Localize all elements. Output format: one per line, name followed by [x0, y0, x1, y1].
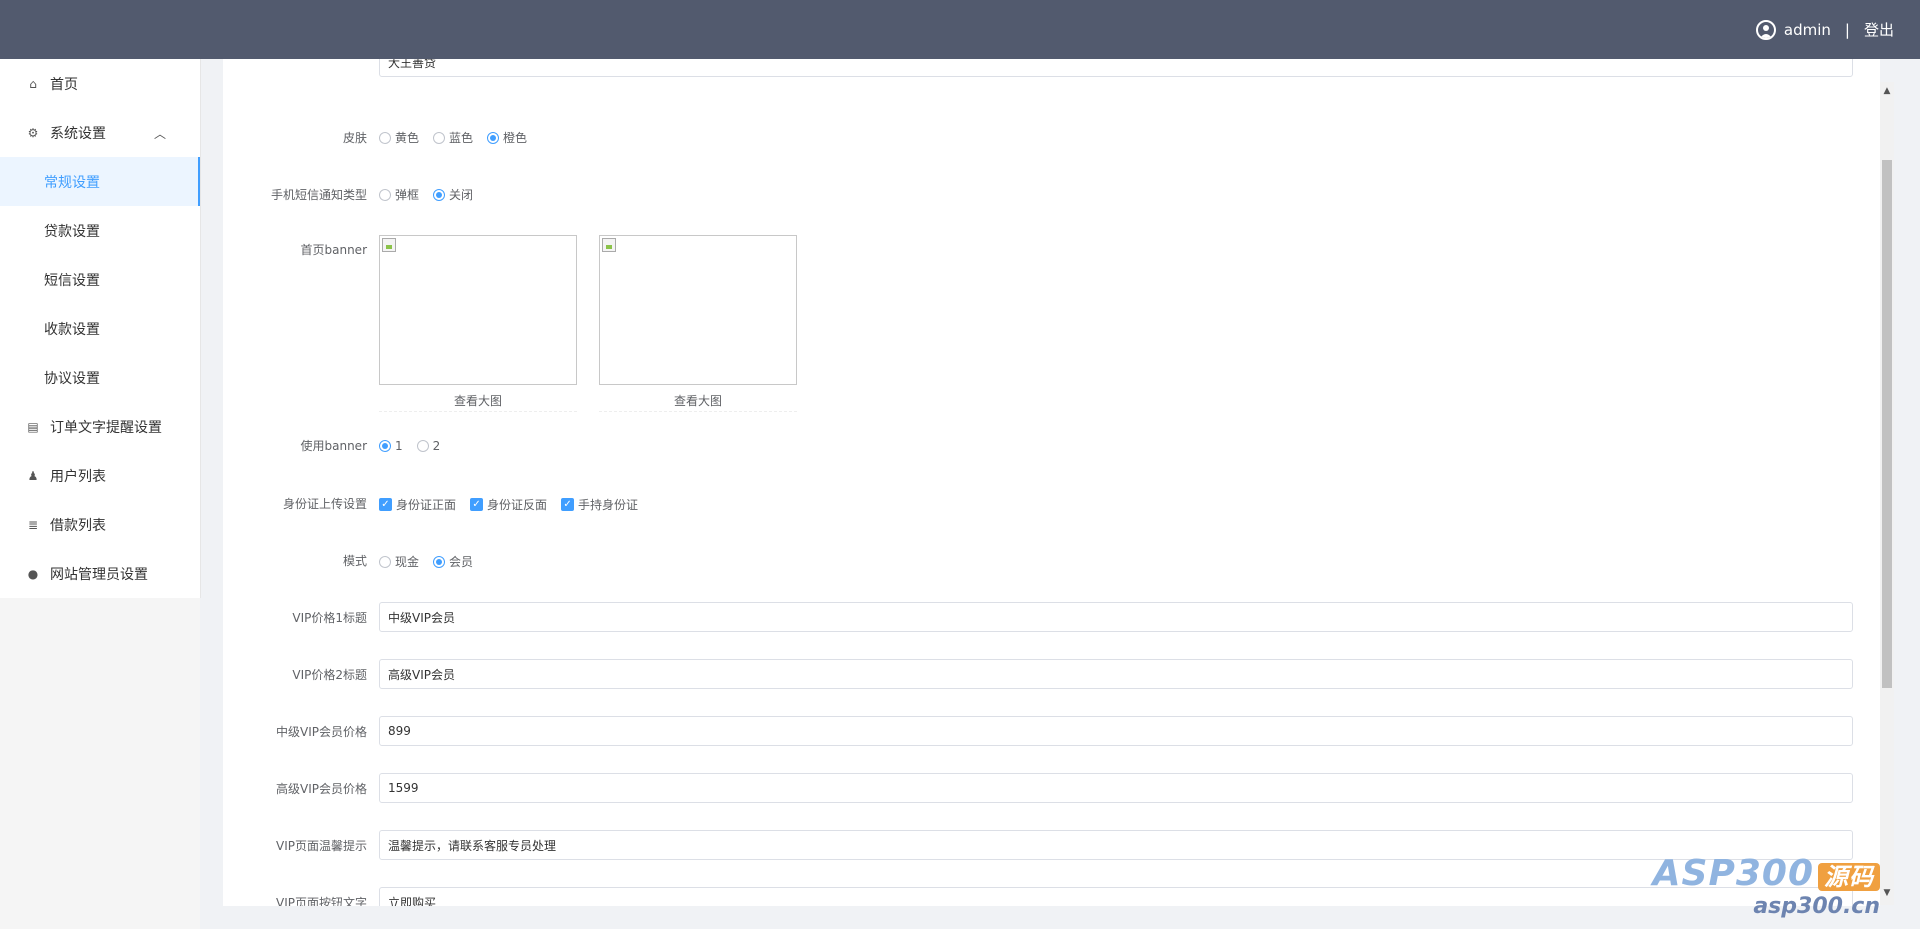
skin-option-yellow[interactable]: 黄色	[379, 129, 419, 146]
check-icon: ✓	[470, 498, 484, 511]
sidebar-item-order-reminder[interactable]: ▤ 订单文字提醒设置	[0, 402, 200, 451]
mid-price-input[interactable]: 899	[379, 716, 1853, 746]
sidebar-item-system-settings[interactable]: ⚙ 系统设置 ︿	[0, 108, 200, 157]
use-banner-radio-group: 1 2	[379, 439, 440, 453]
home-icon: ⌂	[29, 76, 37, 91]
banner-card-1: 查看大图	[379, 235, 577, 412]
sidebar-item-sms-settings[interactable]: 短信设置	[0, 255, 200, 304]
mode-radio-group: 现金 会员	[379, 553, 473, 570]
sms-type-label: 手机短信通知类型	[270, 188, 367, 202]
vip2-title-label: VIP价格2标题	[292, 668, 367, 682]
separator: |	[1844, 20, 1850, 39]
use-banner-option-2[interactable]: 2	[416, 439, 440, 453]
sidebar: ⌂ 首页 ⚙ 系统设置 ︿ 常规设置 贷款设置 短信设置 收款设置 协议设置 ▤…	[0, 59, 201, 598]
view-large-link-1[interactable]: 查看大图	[379, 392, 577, 412]
scrollbar[interactable]: ▲ ▼	[1880, 82, 1894, 905]
high-price-label: 高级VIP会员价格	[276, 782, 367, 796]
check-icon: ✓	[561, 498, 575, 511]
vip1-title-label: VIP价格1标题	[292, 611, 367, 625]
sidebar-item-user-list[interactable]: ♟ 用户列表	[0, 451, 200, 500]
users-icon: ♟	[27, 468, 39, 483]
vip2-title-input[interactable]: 高级VIP会员	[379, 659, 1853, 689]
id-upload-label: 身份证上传设置	[282, 497, 367, 511]
mode-option-cash[interactable]: 现金	[379, 553, 419, 570]
top-field-input[interactable]: 大王善贷	[379, 59, 1853, 77]
check-icon: ✓	[379, 498, 392, 511]
scroll-down-arrow-icon[interactable]: ▼	[1882, 888, 1892, 898]
main-form: 大王善贷 皮肤 黄色 蓝色 橙色 手机短信通知类型 弹框 关闭 首页banner…	[223, 59, 1880, 906]
top-bar: admin | 登出	[0, 0, 1920, 59]
skin-option-blue[interactable]: 蓝色	[433, 129, 473, 146]
scroll-thumb[interactable]	[1882, 160, 1892, 688]
skin-label: 皮肤	[342, 131, 367, 145]
scroll-up-arrow-icon[interactable]: ▲	[1882, 86, 1892, 96]
broken-image-icon	[602, 238, 616, 252]
broken-image-icon	[382, 238, 396, 252]
mode-label: 模式	[342, 554, 367, 568]
sms-option-off[interactable]: 关闭	[433, 186, 473, 203]
vip-tip-input[interactable]: 温馨提示，请联系客服专员处理	[379, 830, 1853, 860]
chevron-up-icon: ︿	[153, 127, 166, 141]
vip-tip-label: VIP页面温馨提示	[276, 839, 367, 853]
vip1-title-input[interactable]: 中级VIP会员	[379, 602, 1853, 632]
sidebar-item-loan-list[interactable]: ≣ 借款列表	[0, 500, 200, 549]
banner-card-2: 查看大图	[599, 235, 797, 412]
high-price-input[interactable]: 1599	[379, 773, 1853, 803]
sidebar-item-payment-settings[interactable]: 收款设置	[0, 304, 200, 353]
watermark-logo: ASP300 源码 asp300.cn	[1652, 853, 1880, 919]
logout-link[interactable]: 登出	[1864, 19, 1894, 40]
sidebar-item-home[interactable]: ⌂ 首页	[0, 59, 200, 108]
username: admin	[1783, 20, 1831, 39]
sidebar-filler	[0, 598, 200, 929]
banner-image-1[interactable]	[379, 235, 577, 385]
avatar-icon	[1755, 19, 1776, 40]
list-icon: ▤	[27, 419, 39, 434]
use-banner-option-1[interactable]: 1	[379, 439, 403, 453]
use-banner-label: 使用banner	[300, 439, 368, 453]
sms-option-popup[interactable]: 弹框	[379, 186, 419, 203]
skin-radio-group: 黄色 蓝色 橙色	[379, 129, 527, 146]
view-large-link-2[interactable]: 查看大图	[599, 392, 797, 412]
doc-list-icon: ≣	[27, 517, 39, 532]
vip-button-input[interactable]: 立即购买	[379, 887, 1853, 906]
banner-image-2[interactable]	[599, 235, 797, 385]
banner-label: 首页banner	[300, 243, 368, 257]
id-back-checkbox[interactable]: ✓ 身份证反面	[470, 496, 547, 513]
id-upload-checkbox-group: ✓ 身份证正面 ✓ 身份证反面 ✓ 手持身份证	[379, 496, 638, 513]
sidebar-item-admin-settings[interactable]: ● 网站管理员设置	[0, 549, 200, 598]
gear-icon: ⚙	[27, 125, 39, 140]
sms-type-radio-group: 弹框 关闭	[379, 186, 473, 203]
user-area: admin | 登出	[1755, 0, 1894, 59]
sidebar-item-agreement-settings[interactable]: 协议设置	[0, 353, 200, 402]
user-icon: ●	[27, 566, 39, 581]
id-front-checkbox[interactable]: ✓ 身份证正面	[379, 496, 456, 513]
sidebar-item-general-settings[interactable]: 常规设置	[0, 157, 200, 206]
id-handheld-checkbox[interactable]: ✓ 手持身份证	[561, 496, 638, 513]
sidebar-item-loan-settings[interactable]: 贷款设置	[0, 206, 200, 255]
mid-price-label: 中级VIP会员价格	[276, 725, 367, 739]
skin-option-orange[interactable]: 橙色	[487, 129, 527, 146]
mode-option-member[interactable]: 会员	[433, 553, 473, 570]
vip-button-label: VIP页面按钮文字	[276, 896, 367, 906]
